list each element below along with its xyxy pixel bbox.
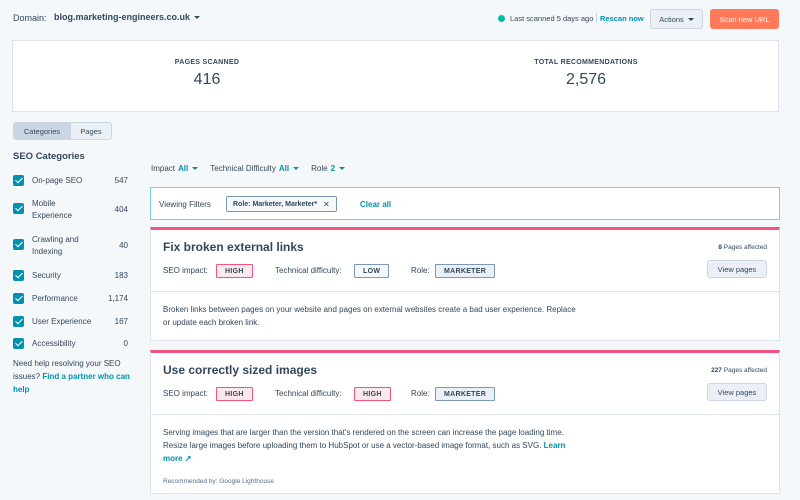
pages-affected: 8 Pages affected — [718, 244, 767, 251]
recommendation-card: Fix broken external links 8 Pages affect… — [150, 227, 780, 341]
checkbox[interactable] — [13, 338, 24, 349]
tab-pages[interactable]: Pages — [71, 122, 112, 140]
seo-impact-label: SEO impact: — [163, 266, 208, 275]
pages-affected-label: Pages affected — [723, 367, 767, 374]
category-label: User Experience — [32, 317, 92, 326]
checkbox[interactable] — [13, 203, 24, 214]
filter-bar: Impact All Technical Difficulty All Role 2 — [151, 164, 346, 173]
stat-label: TOTAL RECOMMENDATIONS — [534, 59, 638, 66]
domain-selector[interactable]: blog.marketing-engineers.co.uk — [54, 12, 201, 22]
category-label: Mobile Experience — [32, 199, 73, 220]
impact-filter[interactable]: Impact All — [151, 164, 199, 173]
chip-label: Role: Marketer, Marketer* — [233, 200, 318, 208]
pages-count: 227 — [711, 367, 722, 374]
actions-label: Actions — [659, 14, 684, 24]
role-tag: MARKETER — [435, 264, 496, 278]
divider — [151, 291, 779, 292]
category-count: 547 — [114, 176, 128, 185]
view-pages-button[interactable]: View pages — [707, 260, 767, 278]
difficulty-label: Technical difficulty: — [275, 266, 342, 275]
rescan-now-link[interactable]: Rescan now — [600, 14, 644, 23]
description-text: Serving images that are larger than the … — [163, 428, 564, 450]
category-count: 167 — [114, 317, 128, 326]
chevron-down-icon — [293, 167, 300, 171]
category-label: Crawling and Indexing — [32, 235, 79, 256]
category-label: Accessibility — [32, 339, 76, 348]
recommendation-title: Fix broken external links — [163, 240, 304, 254]
viewing-filters-label: Viewing Filters — [159, 200, 211, 209]
stat-value: 416 — [193, 71, 221, 88]
difficulty-tag: LOW — [354, 264, 390, 278]
recommendation-description: Serving images that are larger than the … — [163, 426, 583, 465]
role-filter[interactable]: Role 2 — [311, 164, 346, 173]
stat-label: PAGES SCANNED — [174, 59, 240, 66]
checkbox[interactable] — [13, 293, 24, 304]
tab-categories[interactable]: Categories — [13, 122, 71, 140]
close-icon[interactable]: ✕ — [323, 200, 330, 209]
scan-new-url-button[interactable]: Scan new URL — [710, 9, 779, 29]
category-label: Security — [32, 271, 61, 280]
category-count: 40 — [119, 241, 128, 250]
filter-chip-role[interactable]: Role: Marketer, Marketer* ✕ — [226, 196, 337, 212]
stat-total-recommendations: TOTAL RECOMMENDATIONS 2,576 — [486, 59, 686, 89]
difficulty-tag: HIGH — [354, 387, 391, 401]
recommendation-title: Use correctly sized images — [163, 363, 318, 377]
difficulty-value: All — [278, 164, 290, 173]
recommended-by: Recommended by: Google Lighthouse — [163, 478, 274, 485]
seo-impact-tag: HIGH — [216, 387, 253, 401]
pages-count: 8 — [718, 244, 722, 251]
category-count: 0 — [123, 339, 128, 348]
role-label: Role — [311, 164, 328, 173]
top-bar: Domain: blog.marketing-engineers.co.uk L… — [0, 0, 800, 38]
recommendation-card: Use correctly sized images 227 Pages aff… — [150, 350, 780, 494]
difficulty-label: Technical Difficulty — [210, 164, 276, 173]
category-count: 1,174 — [107, 294, 128, 303]
help-text: Need help resolving your SEO issues? Fin… — [13, 357, 133, 396]
role-tag: MARKETER — [435, 387, 496, 401]
pages-affected: 227 Pages affected — [711, 367, 767, 374]
checkbox[interactable] — [13, 316, 24, 327]
external-link-icon: ↗ — [184, 454, 192, 463]
seo-impact-tag: HIGH — [216, 264, 253, 278]
domain-value: blog.marketing-engineers.co.uk — [54, 12, 191, 22]
divider — [151, 414, 779, 415]
pages-affected-label: Pages affected — [723, 244, 767, 251]
impact-label: Impact — [151, 164, 176, 173]
sidebar-title: SEO Categories — [13, 151, 85, 162]
divider — [596, 13, 597, 23]
category-count: 183 — [114, 271, 128, 280]
role-value: 2 — [330, 164, 336, 173]
category-label: Performance — [32, 294, 78, 303]
difficulty-label: Technical difficulty: — [275, 389, 342, 398]
viewing-filters-bar: Viewing Filters Role: Marketer, Marketer… — [150, 187, 780, 220]
checkbox[interactable] — [13, 175, 24, 186]
checkbox[interactable] — [13, 270, 24, 281]
status-dot-icon — [498, 15, 505, 22]
chevron-down-icon — [687, 17, 694, 21]
role-label: Role: — [411, 266, 430, 275]
category-count: 404 — [114, 205, 128, 214]
view-toggle: Categories Pages — [13, 122, 112, 140]
seo-impact-label: SEO impact: — [163, 389, 208, 398]
stat-pages-scanned: PAGES SCANNED 416 — [107, 59, 307, 89]
category-label: On-page SEO — [32, 176, 83, 185]
recommendation-description: Broken links between pages on your websi… — [163, 305, 576, 327]
chevron-down-icon — [194, 16, 201, 20]
chevron-down-icon — [339, 167, 346, 171]
actions-button[interactable]: Actions — [650, 9, 703, 29]
stats-panel: PAGES SCANNED 416 TOTAL RECOMMENDATIONS … — [12, 40, 779, 112]
last-scanned-text: Last scanned 5 days ago — [510, 14, 594, 23]
checkbox[interactable] — [13, 239, 24, 250]
domain-label: Domain: — [13, 13, 47, 23]
chevron-down-icon — [192, 167, 199, 171]
difficulty-filter[interactable]: Technical Difficulty All — [210, 164, 300, 173]
impact-value: All — [178, 164, 189, 173]
stat-value: 2,576 — [565, 71, 607, 88]
role-label: Role: — [411, 389, 430, 398]
clear-all-link[interactable]: Clear all — [360, 200, 391, 209]
view-pages-button[interactable]: View pages — [707, 383, 767, 401]
